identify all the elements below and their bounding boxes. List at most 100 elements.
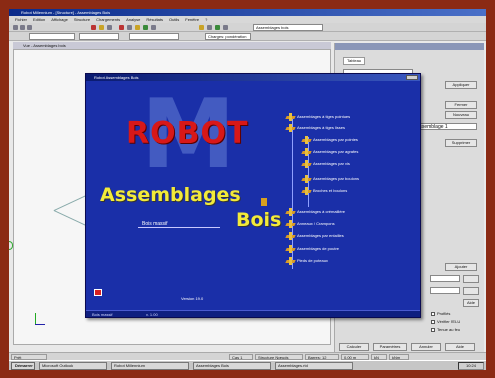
- rotate-icon[interactable]: [223, 25, 228, 30]
- menu-item-structure[interactable]: Structure: [74, 16, 90, 23]
- bolt-icon: [302, 174, 311, 183]
- tree-item[interactable]: Assemblages de poutre: [286, 244, 339, 253]
- dowel-icon: [302, 186, 311, 195]
- dialog-status-left: Bois massif: [92, 312, 113, 317]
- column-base-icon: [286, 256, 295, 265]
- tree-item[interactable]: Assemblages par boulons: [302, 174, 359, 183]
- view-icon[interactable]: [215, 25, 220, 30]
- new-file-icon[interactable]: [13, 25, 18, 30]
- help-button-bottom[interactable]: Aide: [445, 343, 475, 351]
- ring-icon: [286, 219, 295, 228]
- checkbox-fire[interactable]: Tenue au feu: [431, 327, 460, 332]
- pan-icon[interactable]: [207, 25, 212, 30]
- zoom-icon[interactable]: [199, 25, 204, 30]
- delete-button[interactable]: Supprimer: [445, 139, 477, 147]
- task-assemblages[interactable]: Assemblages Bois: [193, 362, 271, 370]
- exit-icon[interactable]: [94, 289, 102, 296]
- value-button-1[interactable]: [463, 275, 479, 283]
- menu-item-outils[interactable]: Outils: [169, 16, 179, 23]
- menu-item-resultats[interactable]: Résultats: [146, 16, 163, 23]
- node-icon[interactable]: [107, 25, 112, 30]
- tree-item[interactable]: Pieds de poteaux: [286, 256, 328, 265]
- tree-item[interactable]: Assemblages par pointes: [302, 135, 358, 144]
- headline-bois: Bois: [236, 209, 282, 231]
- staple-icon: [302, 147, 311, 156]
- axis-icon: [33, 313, 45, 327]
- selection-combo[interactable]: [129, 33, 179, 40]
- system-clock: 10:24: [458, 362, 484, 370]
- value-field-1[interactable]: [430, 275, 460, 282]
- calculate-button[interactable]: Calculer: [339, 343, 369, 351]
- load-icon[interactable]: [135, 25, 140, 30]
- open-file-icon[interactable]: [20, 25, 25, 30]
- version-label: Version 19.0: [181, 296, 204, 301]
- tab-tableau[interactable]: Tableau: [343, 57, 366, 65]
- tree-item[interactable]: Assemblages par vis: [302, 159, 350, 168]
- desktop-screen: Robot Millennium - [Structure] - Assembl…: [9, 9, 486, 370]
- apply-button[interactable]: Appliquer: [445, 81, 477, 89]
- rack-icon: [286, 207, 295, 216]
- menu-bar: Fichier Edition Affichage Structure Char…: [9, 16, 486, 23]
- task-document[interactable]: Assemblages.rtd: [275, 362, 353, 370]
- delete-icon[interactable]: [91, 25, 96, 30]
- joint-icon: [286, 112, 295, 121]
- value-field-2[interactable]: [430, 287, 460, 294]
- tree-item[interactable]: Anneaux / Crampons: [286, 219, 335, 228]
- taskbar: Démarrer Microsoft Outlook Robot Millenn…: [9, 360, 486, 370]
- assemblages-bois-dialog: Robot Assemblages Bois M ROBOT Assemblag…: [85, 73, 421, 318]
- section-icon[interactable]: [127, 25, 132, 30]
- material-label: Bois massif: [138, 221, 220, 228]
- loads-combo[interactable]: Charges: pondération: [205, 33, 251, 40]
- checkbox-verify-elu[interactable]: Vérifier l'ELU: [431, 319, 460, 324]
- assembly-dropdown[interactable]: Assemblage 1: [415, 123, 477, 130]
- nail-icon: [302, 135, 311, 144]
- help-button[interactable]: Aide: [463, 299, 479, 307]
- value-button-2[interactable]: [463, 287, 479, 295]
- tree-item[interactable]: Assemblages par agrafes: [302, 147, 358, 156]
- screw-icon: [302, 159, 311, 168]
- app-title-bar: Robot Millennium - [Structure] - Assembl…: [9, 9, 486, 16]
- bar-icon[interactable]: [99, 25, 104, 30]
- dialog-status-right: v. 1.00: [146, 312, 158, 317]
- layout-combo[interactable]: Assemblages bois: [253, 24, 323, 31]
- calculate-icon[interactable]: [143, 25, 148, 30]
- menu-item-edition[interactable]: Edition: [33, 16, 45, 23]
- new-button[interactable]: Nouveau: [445, 111, 477, 119]
- robot-logo: ROBOT: [126, 116, 249, 151]
- checkbox-profiles[interactable]: Profilés: [431, 311, 450, 316]
- save-icon[interactable]: [27, 25, 32, 30]
- task-robot[interactable]: Robot Millennium: [111, 362, 189, 370]
- menu-item-fenetre[interactable]: Fenêtre: [185, 16, 199, 23]
- menu-item-chargements[interactable]: Chargements: [96, 16, 120, 23]
- results-icon[interactable]: [151, 25, 156, 30]
- tree-item[interactable]: Broches et boulons: [302, 186, 347, 195]
- menu-item-analyse[interactable]: Analyse: [126, 16, 140, 23]
- joint-icon: [286, 123, 295, 132]
- task-outlook[interactable]: Microsoft Outlook: [39, 362, 107, 370]
- tree-item[interactable]: Assemblages à tiges lisses: [286, 123, 345, 132]
- viewport-title: Vue - Assemblages bois: [13, 42, 331, 49]
- wood-joint-icon: [261, 198, 267, 206]
- main-toolbar: Assemblages bois: [9, 23, 486, 32]
- beam-icon: [286, 244, 295, 253]
- close-button[interactable]: Fermer: [445, 101, 477, 109]
- menu-item-affichage[interactable]: Affichage: [51, 16, 68, 23]
- panel-title: [335, 43, 484, 50]
- start-button[interactable]: Démarrer: [11, 362, 35, 370]
- status-bar: Prêt Cas 1 Structure Nœuds Barres: 12 0.…: [9, 352, 486, 360]
- menu-item-fichier[interactable]: Fichier: [15, 16, 27, 23]
- dialog-title: Robot Assemblages Bois: [86, 74, 420, 81]
- case-combo[interactable]: [29, 33, 75, 40]
- tree-item[interactable]: Assemblages par entailles: [286, 231, 344, 240]
- support-icon[interactable]: [119, 25, 124, 30]
- tree-item[interactable]: Assemblages à crémaillère: [286, 207, 345, 216]
- cancel-button[interactable]: Annuler: [411, 343, 441, 351]
- dialog-status-bar: Bois massif v. 1.00: [86, 310, 420, 317]
- parameters-button[interactable]: Paramètres: [373, 343, 407, 351]
- tree-item[interactable]: Assemblages à tiges pointues: [286, 112, 350, 121]
- structure-combo[interactable]: [79, 33, 119, 40]
- add-button[interactable]: Ajouter: [445, 263, 477, 271]
- secondary-toolbar: Charges: pondération: [9, 32, 486, 41]
- menu-item-help[interactable]: ?: [205, 16, 207, 23]
- dialog-close-button[interactable]: [406, 75, 418, 80]
